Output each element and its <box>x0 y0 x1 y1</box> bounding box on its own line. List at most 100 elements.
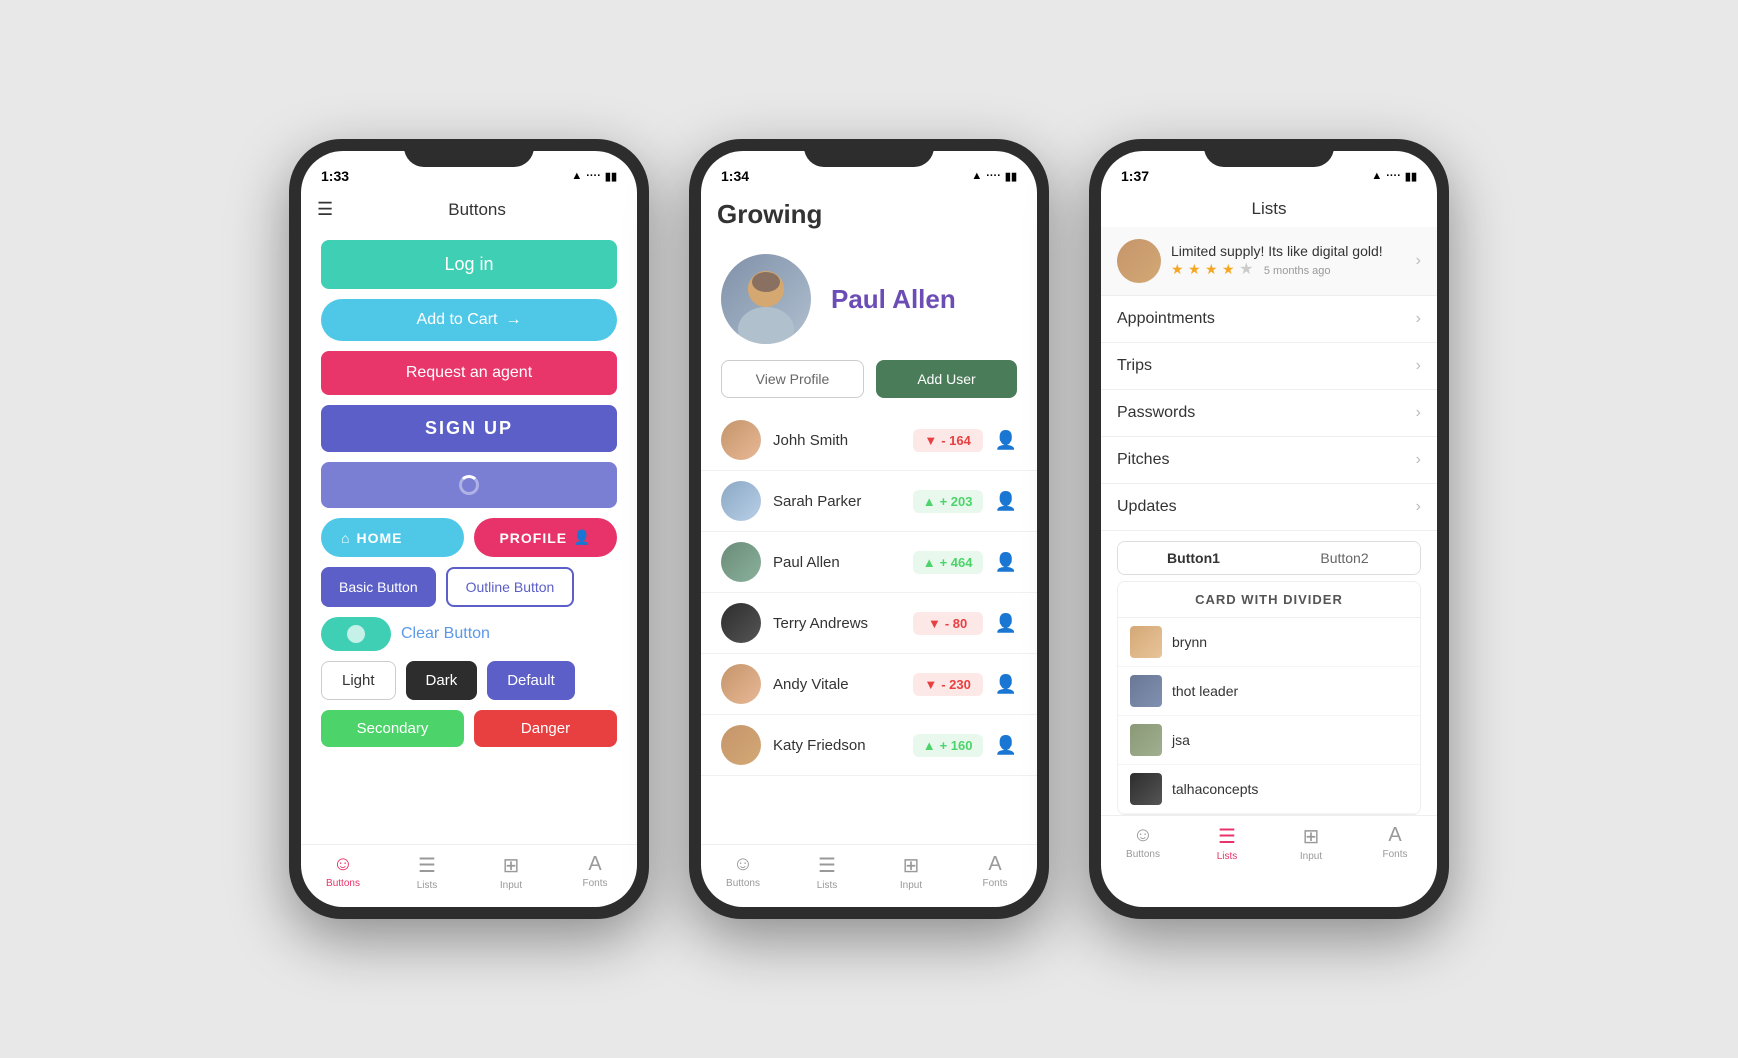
clear-button[interactable]: Clear Button <box>401 617 490 651</box>
user-action-icon-1[interactable]: 👤 <box>995 430 1017 451</box>
list-item-pitches[interactable]: Pitches › <box>1101 437 1437 484</box>
list-label-passwords: Passwords <box>1117 404 1416 422</box>
add-cart-button[interactable]: Add to Cart → <box>321 299 617 341</box>
card-divider-title: CARD WITH DIVIDER <box>1118 582 1420 618</box>
nav-lists-1[interactable]: ☰ Lists <box>385 853 469 891</box>
nav-fonts-3[interactable]: A Fonts <box>1353 824 1437 862</box>
battery-icon-3: ▮▮ <box>1405 170 1417 183</box>
hamburger-icon[interactable]: ☰ <box>317 199 333 220</box>
user-score-2: ▲ + 203 <box>913 490 983 513</box>
avatar-svg <box>721 254 811 344</box>
profile-action-buttons: View Profile Add User <box>701 360 1037 410</box>
tab-button2[interactable]: Button2 <box>1269 542 1420 574</box>
user-action-icon-6[interactable]: 👤 <box>995 735 1017 756</box>
chevron-appointments: › <box>1416 310 1421 328</box>
dark-button[interactable]: Dark <box>406 661 478 700</box>
basic-outline-row: Basic Button Outline Button <box>321 567 617 607</box>
featured-item[interactable]: Limited supply! Its like digital gold! ★… <box>1101 227 1437 296</box>
nav-lists-label-3: Lists <box>1217 851 1238 862</box>
user-action-icon-5[interactable]: 👤 <box>995 674 1017 695</box>
nav-input-label-2: Input <box>900 880 922 891</box>
nav-buttons-label-1: Buttons <box>326 878 360 889</box>
user-avatar-4 <box>721 603 761 643</box>
status-icons-1: ▲ ···· ▮▮ <box>571 170 617 183</box>
profile-label: PROFILE <box>499 530 567 546</box>
bottom-nav-3: ☺ Buttons ☰ Lists ⊞ Input A Fonts <box>1101 815 1437 878</box>
user-name-6: Katy Friedson <box>773 737 901 754</box>
list-item-updates[interactable]: Updates › <box>1101 484 1437 531</box>
list-label-trips: Trips <box>1117 357 1416 375</box>
basic-button[interactable]: Basic Button <box>321 567 436 607</box>
page-title-1: Buttons <box>333 200 621 220</box>
battery-icon-2: ▮▮ <box>1005 170 1017 183</box>
secondary-button[interactable]: Secondary <box>321 710 464 747</box>
nav-lists-3[interactable]: ☰ Lists <box>1185 824 1269 862</box>
user-action-icon-2[interactable]: 👤 <box>995 491 1017 512</box>
toggle-dot <box>347 625 365 643</box>
status-icons-3: ▲ ···· ▮▮ <box>1371 170 1417 183</box>
login-button[interactable]: Log in <box>321 240 617 289</box>
list-item-appointments[interactable]: Appointments › <box>1101 296 1437 343</box>
toggle-button[interactable] <box>321 617 391 651</box>
card-name-talha: talhaconcepts <box>1172 781 1258 797</box>
card-item-brynn: brynn <box>1118 618 1420 667</box>
nav-input-3[interactable]: ⊞ Input <box>1269 824 1353 862</box>
chevron-updates: › <box>1416 498 1421 516</box>
user-name-1: Johh Smith <box>773 432 901 449</box>
light-button[interactable]: Light <box>321 661 396 700</box>
wifi-icon: ▲ <box>571 170 582 182</box>
nav-input-1[interactable]: ⊞ Input <box>469 853 553 891</box>
view-profile-button[interactable]: View Profile <box>721 360 864 398</box>
signup-button[interactable]: SIGN UP <box>321 405 617 452</box>
agent-button[interactable]: Request an agent <box>321 351 617 395</box>
profile-button[interactable]: PROFILE 👤 <box>474 518 617 557</box>
list-item-passwords[interactable]: Passwords › <box>1101 390 1437 437</box>
card-avatar-talha <box>1130 773 1162 805</box>
star-3: ★ <box>1205 261 1218 277</box>
user-item-3: Paul Allen ▲ + 464 👤 <box>701 532 1037 593</box>
list-label-appointments: Appointments <box>1117 310 1416 328</box>
card-avatar-jsa <box>1130 724 1162 756</box>
nav-fonts-icon-2: A <box>988 853 1001 876</box>
nav-buttons-label-3: Buttons <box>1126 849 1160 860</box>
nav-fonts-label-3: Fonts <box>1382 849 1407 860</box>
outline-button[interactable]: Outline Button <box>446 567 575 607</box>
nav-buttons-2[interactable]: ☺ Buttons <box>701 853 785 891</box>
home-button[interactable]: ⌂ HOME <box>321 518 464 557</box>
default-button[interactable]: Default <box>487 661 575 700</box>
list-label-updates: Updates <box>1117 498 1416 516</box>
nav-buttons-3[interactable]: ☺ Buttons <box>1101 824 1185 862</box>
user-action-icon-4[interactable]: 👤 <box>995 613 1017 634</box>
nav-lists-2[interactable]: ☰ Lists <box>785 853 869 891</box>
list-item-trips[interactable]: Trips › <box>1101 343 1437 390</box>
notch-3 <box>1204 139 1334 167</box>
nav-buttons-icon-3: ☺ <box>1133 824 1153 847</box>
user-action-icon-3[interactable]: 👤 <box>995 552 1017 573</box>
status-time-2: 1:34 <box>721 168 749 184</box>
user-score-6: ▲ + 160 <box>913 734 983 757</box>
nav-input-icon-1: ⊞ <box>503 853 520 878</box>
chevron-passwords: › <box>1416 404 1421 422</box>
chevron-trips: › <box>1416 357 1421 375</box>
card-item-talha: talhaconcepts <box>1118 765 1420 814</box>
nav-input-2[interactable]: ⊞ Input <box>869 853 953 891</box>
star-2: ★ <box>1188 261 1201 277</box>
user-item-6: Katy Friedson ▲ + 160 👤 <box>701 715 1037 776</box>
nav-fonts-2[interactable]: A Fonts <box>953 853 1037 891</box>
phone-buttons: 1:33 ▲ ···· ▮▮ ☰ Buttons Log in Add to C… <box>289 139 649 919</box>
user-name-2: Sarah Parker <box>773 493 901 510</box>
add-user-button[interactable]: Add User <box>876 360 1017 398</box>
chevron-pitches: › <box>1416 451 1421 469</box>
tab-button1[interactable]: Button1 <box>1118 542 1269 574</box>
user-score-5: ▼ - 230 <box>913 673 983 696</box>
loading-button[interactable] <box>321 462 617 508</box>
nav-fonts-1[interactable]: A Fonts <box>553 853 637 891</box>
profile-name: Paul Allen <box>831 284 956 315</box>
user-item-5: Andy Vitale ▼ - 230 👤 <box>701 654 1037 715</box>
card-item-thot: thot leader <box>1118 667 1420 716</box>
user-score-1: ▼ - 164 <box>913 429 983 452</box>
featured-chevron: › <box>1416 252 1421 270</box>
phone3-header: Lists <box>1101 195 1437 227</box>
nav-buttons-1[interactable]: ☺ Buttons <box>301 853 385 891</box>
danger-button[interactable]: Danger <box>474 710 617 747</box>
